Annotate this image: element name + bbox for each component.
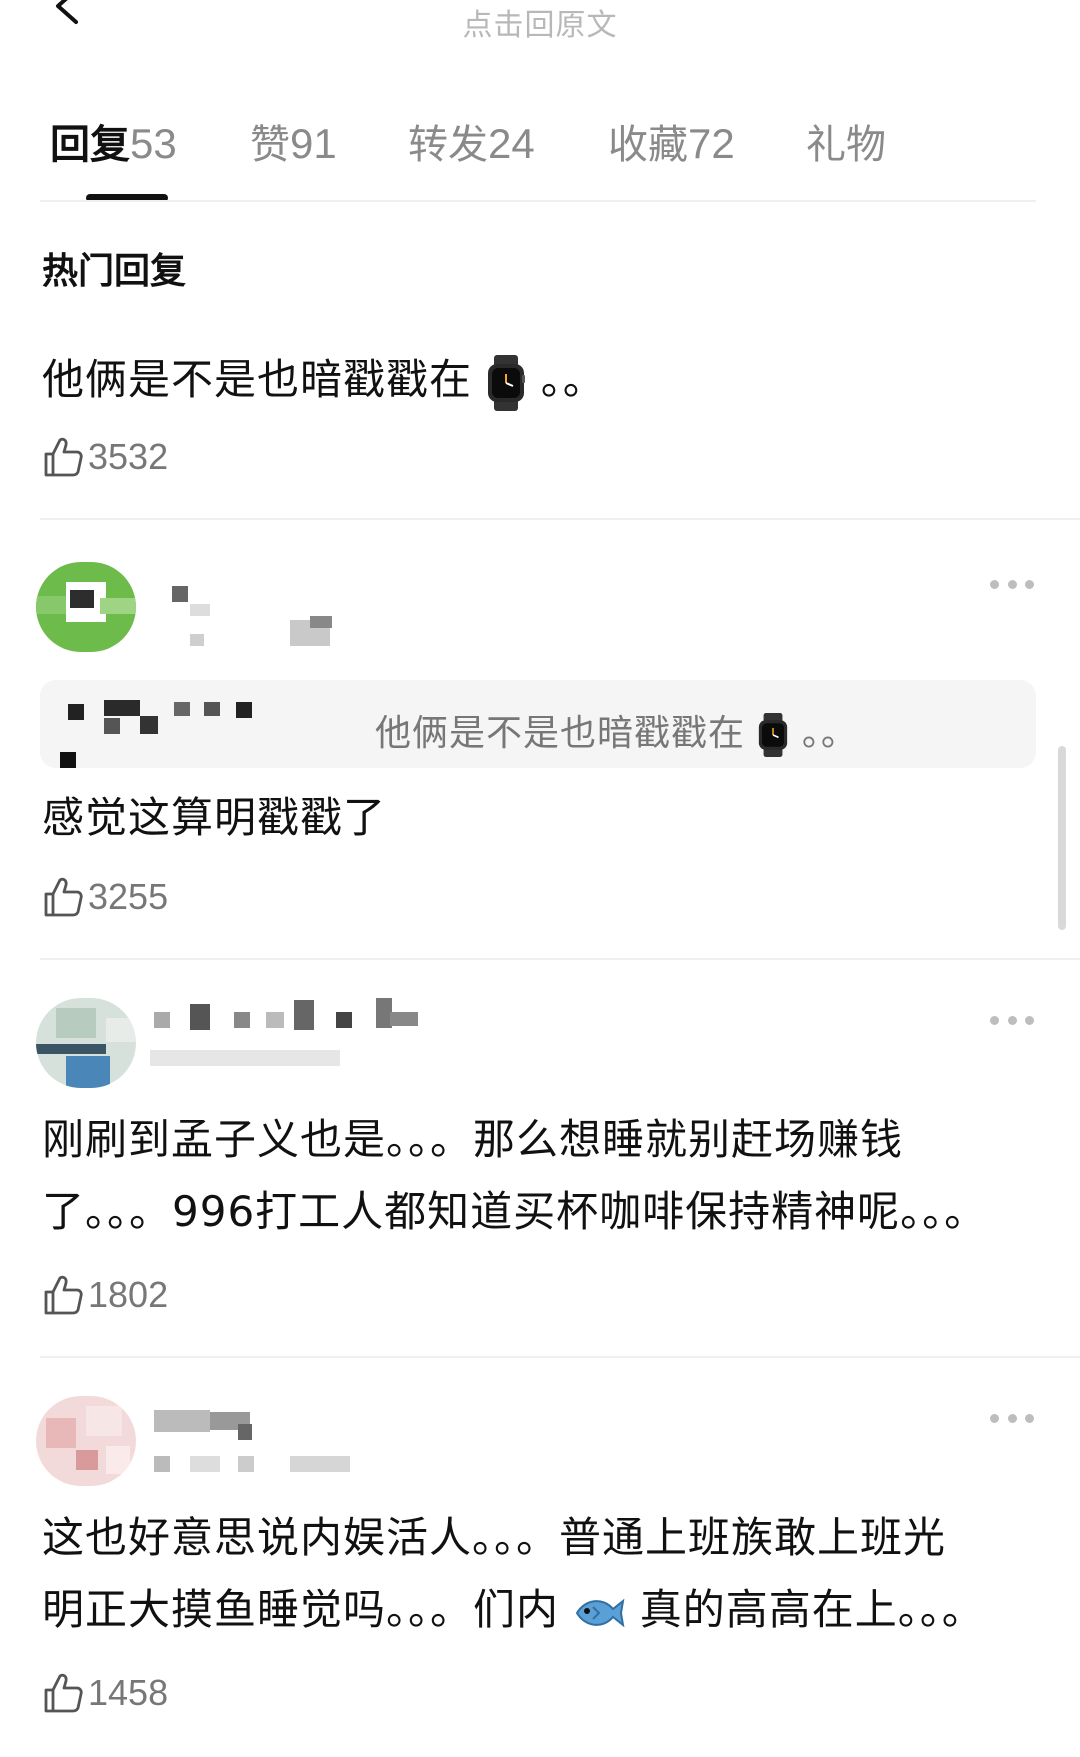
avatar[interactable]	[36, 562, 136, 652]
more-options-icon[interactable]	[990, 578, 1034, 590]
thumbs-up-icon	[44, 1275, 83, 1315]
comment-text: 了。。。996打工人都知道买杯咖啡保持精神呢。。。	[42, 1187, 988, 1236]
comment-text: 这也好意思说内娱活人。。。普通上班族敢上班光	[42, 1513, 947, 1562]
tab-label: 转发	[408, 122, 488, 168]
more-options-icon[interactable]	[990, 1014, 1034, 1026]
tab-count: 24	[488, 120, 535, 167]
comment-text: 刚刷到孟子义也是。。。那么想睡就别赶场赚钱	[42, 1115, 904, 1164]
tab-favorites[interactable]: 收藏72	[608, 112, 735, 170]
like-button[interactable]: 3532	[42, 432, 168, 482]
thumbs-up-icon	[44, 1673, 83, 1713]
tab-label: 收藏	[608, 122, 688, 168]
comment-text-part: 他俩是不是也暗戳戳在	[42, 355, 473, 404]
tab-bar: 回复53 赞91 转发24 收藏72 礼物	[0, 112, 1080, 202]
like-count: 3255	[88, 876, 169, 917]
divider	[40, 518, 1080, 520]
more-options-icon[interactable]	[990, 1412, 1034, 1424]
avatar[interactable]	[36, 998, 136, 1088]
thumbs-up-icon	[44, 437, 83, 477]
quoted-text-part: 。。	[801, 713, 858, 754]
username-blurred[interactable]	[150, 1400, 380, 1480]
back-to-original-link[interactable]: 点击回原文	[0, 0, 1080, 44]
like-button[interactable]: 3255	[42, 872, 168, 922]
comment-text-part: 。。	[540, 355, 606, 404]
like-count: 1802	[88, 1274, 169, 1315]
divider	[40, 1356, 1080, 1358]
like-count: 3532	[88, 436, 169, 477]
watch-icon	[488, 354, 526, 411]
like-button[interactable]: 1802	[42, 1270, 168, 1320]
quoted-text-part: 他俩是不是也暗戳戳在	[375, 713, 746, 754]
tab-likes[interactable]: 赞91	[250, 112, 337, 170]
tab-gifts[interactable]: 礼物	[806, 112, 886, 170]
quoted-text: 他俩是不是也暗戳戳在 。。	[375, 704, 858, 757]
comment-text: 他俩是不是也暗戳戳在 。。	[42, 344, 606, 416]
quoted-reply[interactable]: 他俩是不是也暗戳戳在 。。	[40, 680, 1036, 768]
comment-text-part: 明正大摸鱼睡觉吗。。。们内	[42, 1585, 560, 1634]
comment-text-part: 真的高高在上。。。	[639, 1585, 985, 1634]
like-button[interactable]: 1458	[42, 1668, 168, 1718]
tab-reposts[interactable]: 转发24	[408, 112, 535, 170]
tab-count: 72	[688, 120, 735, 167]
tab-label: 赞	[250, 122, 290, 168]
comment-text: 明正大摸鱼睡觉吗。。。们内 真的高高在上。。。	[42, 1574, 985, 1646]
username-blurred[interactable]	[150, 990, 440, 1070]
tabs-divider	[40, 200, 1036, 202]
divider	[40, 958, 1080, 960]
top-bar: 点击回原文	[0, 0, 1080, 70]
avatar[interactable]	[36, 1396, 136, 1486]
comment-text: 感觉这算明戳戳了	[42, 793, 387, 842]
tab-label: 礼物	[806, 122, 886, 168]
watch-icon	[759, 713, 788, 757]
section-title: 热门回复	[42, 251, 187, 292]
tab-label: 回复	[50, 122, 130, 168]
username-blurred[interactable]	[160, 570, 400, 650]
tab-replies[interactable]: 回复53	[50, 112, 177, 170]
thumbs-up-icon	[44, 877, 83, 917]
scrollbar[interactable]	[1058, 746, 1066, 930]
like-count: 1458	[88, 1672, 169, 1713]
tab-count: 53	[130, 120, 177, 167]
tab-count: 91	[290, 120, 337, 167]
fish-icon	[576, 1598, 625, 1627]
